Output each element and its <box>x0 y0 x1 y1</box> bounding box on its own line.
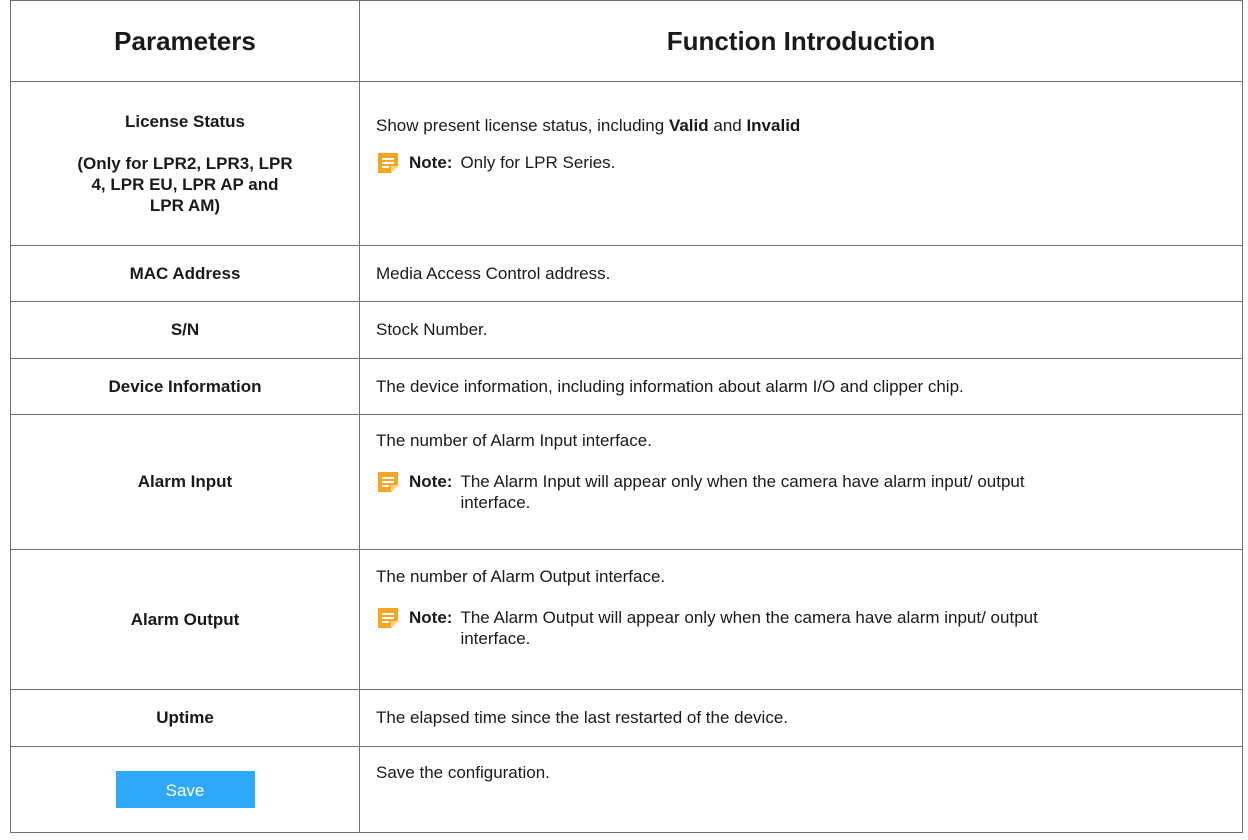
table-row-uptime: Uptime The elapsed time since the last r… <box>10 689 1243 747</box>
note-label: Note: <box>409 153 453 172</box>
desc-save: Save the configuration. <box>359 746 1243 833</box>
note-icon <box>378 608 398 628</box>
desc-sn: Stock Number. <box>359 301 1243 359</box>
param-uptime: Uptime <box>10 689 360 747</box>
note-alarm-input: Note: The Alarm Input will appear only w… <box>376 471 1226 513</box>
desc-invalid: Invalid <box>746 116 801 135</box>
note-icon <box>378 472 398 492</box>
param-alarm-output: Alarm Output <box>10 549 360 690</box>
table-row-license-status: License Status (Only for LPR2, LPR3, LPR… <box>10 81 1243 246</box>
note-text: Only for LPR Series. <box>460 153 616 172</box>
desc-valid: Valid <box>668 116 709 135</box>
table-row-alarm-input: Alarm Input The number of Alarm Input in… <box>10 414 1243 550</box>
desc-alarm-input: The number of Alarm Input interface. <box>376 431 652 450</box>
param-cell: License Status (Only for LPR2, LPR3, LPR… <box>10 81 360 246</box>
desc-alarm-output: The number of Alarm Output interface. <box>376 567 666 586</box>
desc-cell: Show present license status, including V… <box>359 81 1243 246</box>
desc-license-status: Show present license status, including V… <box>376 115 1226 136</box>
note-text: The Alarm Input will appear only when th… <box>460 472 1025 512</box>
param-device-information: Device Information <box>10 358 360 415</box>
header-parameters: Parameters <box>10 0 360 82</box>
desc-mac-address: Media Access Control address. <box>359 245 1243 302</box>
desc-uptime: The elapsed time since the last restarte… <box>359 689 1243 747</box>
note-label: Note: <box>409 472 453 491</box>
desc-text-and: and <box>708 116 747 135</box>
header-function-introduction: Function Introduction <box>359 0 1243 82</box>
table-row-alarm-output: Alarm Output The number of Alarm Output … <box>10 549 1243 690</box>
param-sn: S/N <box>10 301 360 359</box>
parameters-table: Parameters Function Introduction License… <box>10 0 1243 833</box>
table-row-device-information: Device Information The device informatio… <box>10 358 1243 415</box>
desc-text: Show present license status, including <box>376 116 669 135</box>
param-save: Save <box>10 746 360 833</box>
note-label: Note: <box>409 608 453 627</box>
save-button[interactable]: Save <box>115 771 255 808</box>
note-icon <box>378 153 398 173</box>
note-alarm-output: Note: The Alarm Output will appear only … <box>376 607 1226 649</box>
desc-cell: The number of Alarm Input interface. Not… <box>359 414 1243 550</box>
table-row-mac-address: MAC Address Media Access Control address… <box>10 245 1243 302</box>
note-text: The Alarm Output will appear only when t… <box>460 608 1038 648</box>
param-mac-address: MAC Address <box>10 245 360 302</box>
note-license: Note: Only for LPR Series. <box>376 152 1226 175</box>
param-license-status: License Status <box>125 112 245 131</box>
table-header-row: Parameters Function Introduction <box>10 0 1243 82</box>
desc-cell: The number of Alarm Output interface. No… <box>359 549 1243 690</box>
table-row-save: Save Save the configuration. <box>10 746 1243 833</box>
param-license-note: (Only for LPR2, LPR3, LPR 4, LPR EU, LPR… <box>77 154 293 215</box>
param-alarm-input: Alarm Input <box>10 414 360 550</box>
desc-device-information: The device information, including inform… <box>359 358 1243 415</box>
table-row-sn: S/N Stock Number. <box>10 301 1243 359</box>
